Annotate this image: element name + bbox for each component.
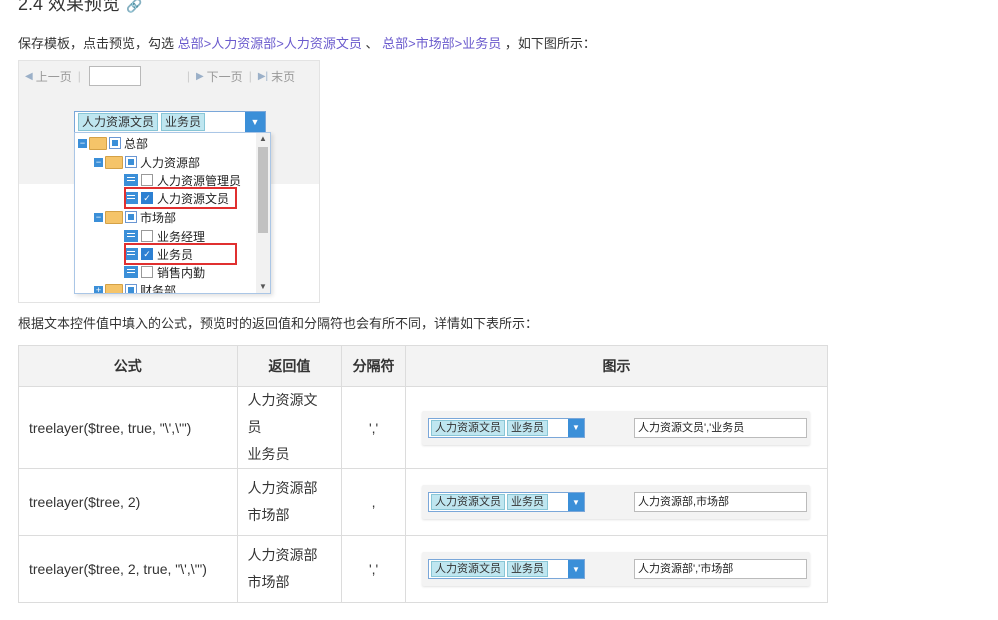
tree-node-dept[interactable]: − 市场部	[94, 208, 176, 226]
last-page-icon: ▶|	[257, 70, 269, 82]
checkbox[interactable]	[141, 266, 153, 278]
leaf-node-icon	[124, 266, 138, 278]
tree-node-dept[interactable]: + 财务部	[94, 281, 176, 293]
section-heading: 2.4 效果预览 🔗	[18, 0, 142, 16]
pager-separator: |	[186, 69, 190, 83]
formula-cell: treelayer($tree, 2, true, "\',\'")	[18, 535, 238, 603]
intro-path-2: 总部>市场部>业务员	[382, 36, 502, 51]
tree-node-dept[interactable]: − 人力资源部	[94, 153, 200, 171]
tree-scrollbar[interactable]: ▲ ▼	[256, 133, 270, 293]
partial-checkbox[interactable]	[125, 156, 137, 168]
tree-combo[interactable]: 人力资源文员 业务员 ▼	[74, 111, 266, 133]
folder-icon	[105, 155, 123, 169]
prev-page-button[interactable]: ◀ 上一页	[25, 68, 72, 85]
selected-chip[interactable]: 业务员	[161, 113, 206, 131]
selected-chip: 业务员	[506, 494, 548, 510]
partial-checkbox[interactable]	[125, 211, 137, 223]
leaf-node-icon	[124, 174, 138, 186]
folder-icon	[89, 136, 107, 150]
table-header-row: 公式 返回值 分隔符 图示	[18, 345, 829, 387]
separator-cell: ','	[341, 386, 406, 469]
expand-icon[interactable]: +	[94, 285, 103, 293]
separator-cell: ','	[341, 535, 406, 603]
dropdown-arrow-icon: ▼	[567, 418, 584, 437]
dropdown-arrow-icon: ▼	[567, 560, 584, 578]
pager-toolbar: ◀ 上一页 | | ▶ 下一页 | ▶| 末页	[19, 61, 319, 91]
scroll-down-icon[interactable]: ▼	[256, 281, 270, 293]
checkbox[interactable]	[141, 230, 153, 242]
column-header: 返回值	[236, 345, 343, 387]
column-header: 图示	[404, 345, 829, 387]
preview-image: 人力资源文员 业务员 ▼ 人力资源文员','业务员	[421, 410, 810, 445]
page-number-input[interactable]	[88, 66, 141, 86]
leaf-node-icon	[124, 230, 138, 242]
scroll-thumb[interactable]	[258, 147, 268, 233]
selected-chip: 业务员	[506, 561, 548, 577]
collapse-icon[interactable]: −	[94, 157, 103, 167]
link-icon[interactable]: 🔗	[126, 0, 142, 13]
column-header: 分隔符	[341, 345, 406, 387]
tree-node-role[interactable]: 销售内勤	[124, 263, 205, 281]
pager-separator: |	[77, 69, 81, 83]
preview-text-field: 人力资源部','市场部	[633, 559, 807, 579]
folder-icon	[105, 283, 123, 293]
formula-cell: treelayer($tree, true, "\',\'")	[18, 386, 238, 469]
preview-image: 人力资源文员 业务员 ▼ 人力资源部','市场部	[421, 552, 810, 586]
intro-path-1: 总部>人力资源部>人力资源文员	[177, 36, 362, 51]
tree-dropdown: − 总部 − 人力资源部 人力资源管理员 ✓ 人力资源文员 − 市场部 业务经理 ✓ 业务…	[74, 132, 271, 294]
intro-paragraph: 保存模板，点击预览，勾选 总部>人力资源部>人力资源文员 、 总部>市场部>业务…	[18, 33, 596, 52]
selected-chip: 业务员	[506, 419, 548, 436]
preview-screenshot: ◀ 上一页 | | ▶ 下一页 | ▶| 末页 人力资源文员 业务员 ▼ − 总部 − 人…	[18, 60, 320, 303]
preview-combo: 人力资源文员 业务员 ▼	[427, 492, 585, 512]
table-row: treelayer($tree, true, "\',\'") 人力资源文员 业务…	[18, 386, 829, 469]
collapse-icon[interactable]: −	[94, 212, 103, 222]
dropdown-arrow-icon[interactable]: ▼	[245, 112, 265, 132]
preview-image: 人力资源文员 业务员 ▼ 人力资源部,市场部	[421, 485, 810, 519]
next-arrow-icon: ▶	[195, 70, 204, 82]
dropdown-arrow-icon: ▼	[567, 493, 584, 511]
highlight-box	[124, 187, 237, 209]
next-page-button[interactable]: ▶ 下一页	[196, 68, 243, 85]
intro-prefix: 保存模板，点击预览，勾选	[18, 36, 175, 51]
illustration-cell: 人力资源文员 业务员 ▼ 人力资源文员','业务员	[404, 386, 829, 469]
table-intro-paragraph: 根据文本控件值中填入的公式，预览时的返回值和分隔符也会有所不同，详情如下表所示：	[18, 316, 539, 331]
preview-text-field: 人力资源文员','业务员	[633, 417, 807, 438]
checkbox[interactable]	[141, 174, 153, 186]
preview-combo: 人力资源文员 业务员 ▼	[427, 417, 585, 438]
table-row: treelayer($tree, 2) 人力资源部 市场部 , 人力资源文员 业务员…	[18, 468, 829, 536]
selected-chip: 人力资源文员	[430, 419, 505, 436]
tree-node-root[interactable]: − 总部	[78, 134, 148, 152]
scroll-up-icon[interactable]: ▲	[256, 133, 270, 145]
formula-table: 公式 返回值 分隔符 图示 treelayer($tree, true, "\'…	[18, 345, 829, 603]
intro-mid: 、	[365, 36, 379, 51]
highlight-box	[124, 243, 237, 265]
prev-arrow-icon: ◀	[25, 70, 33, 82]
formula-cell: treelayer($tree, 2)	[18, 468, 238, 536]
preview-text-field: 人力资源部,市场部	[633, 492, 807, 512]
column-header: 公式	[18, 345, 238, 387]
return-value-cell: 人力资源文员 业务员	[236, 386, 343, 469]
partial-checkbox[interactable]	[125, 284, 137, 293]
table-row: treelayer($tree, 2, true, "\',\'") 人力资源部…	[18, 535, 829, 603]
collapse-icon[interactable]: −	[78, 138, 87, 148]
folder-icon	[105, 210, 123, 224]
pager-separator: |	[248, 69, 252, 83]
last-page-button[interactable]: ▶| 末页	[258, 68, 295, 85]
illustration-cell: 人力资源文员 业务员 ▼ 人力资源部,市场部	[404, 468, 829, 536]
separator-cell: ,	[341, 468, 406, 536]
intro-suffix: ，如下图所示：	[504, 36, 596, 51]
illustration-cell: 人力资源文员 业务员 ▼ 人力资源部','市场部	[404, 535, 829, 603]
selected-chip: 人力资源文员	[430, 494, 505, 510]
selected-chip[interactable]: 人力资源文员	[78, 113, 159, 131]
return-value-cell: 人力资源部 市场部	[236, 468, 343, 536]
partial-checkbox[interactable]	[109, 137, 121, 149]
selected-chip: 人力资源文员	[430, 561, 505, 577]
heading-text: 2.4 效果预览	[18, 0, 121, 14]
return-value-cell: 人力资源部 市场部	[236, 535, 343, 603]
preview-combo: 人力资源文员 业务员 ▼	[427, 559, 585, 579]
